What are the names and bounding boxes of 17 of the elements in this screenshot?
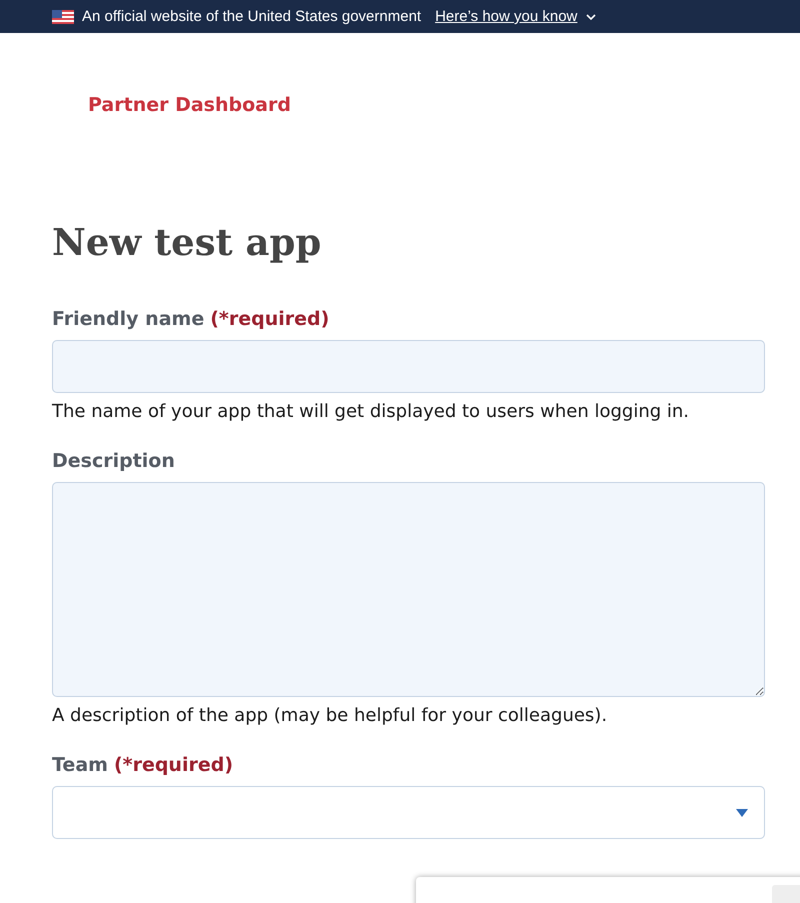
page-title: New test app [52,220,322,264]
help-text: The name of your app that will get displayed to users when logging in. [52,401,690,422]
required-marker: (*required) [114,754,234,776]
banner-text: An official website of the United States government [82,8,422,25]
flag-icon [52,10,74,24]
select-field[interactable] [52,786,765,839]
field-label: Friendly name [52,308,204,330]
required-marker: (*required) [210,308,330,330]
help-text: A description of the app (may be helpful for your colleagues). [52,705,608,726]
chevron-down-icon[interactable] [585,12,598,20]
caret-down-icon [736,809,748,817]
text-area[interactable] [52,482,765,697]
how-you-know-link[interactable]: Here’s how you know [435,8,578,25]
field-label: Team [52,754,108,776]
field-label: Description [52,450,175,472]
text-field[interactable] [52,340,765,393]
site-title[interactable]: Partner Dashboard [88,94,291,120]
